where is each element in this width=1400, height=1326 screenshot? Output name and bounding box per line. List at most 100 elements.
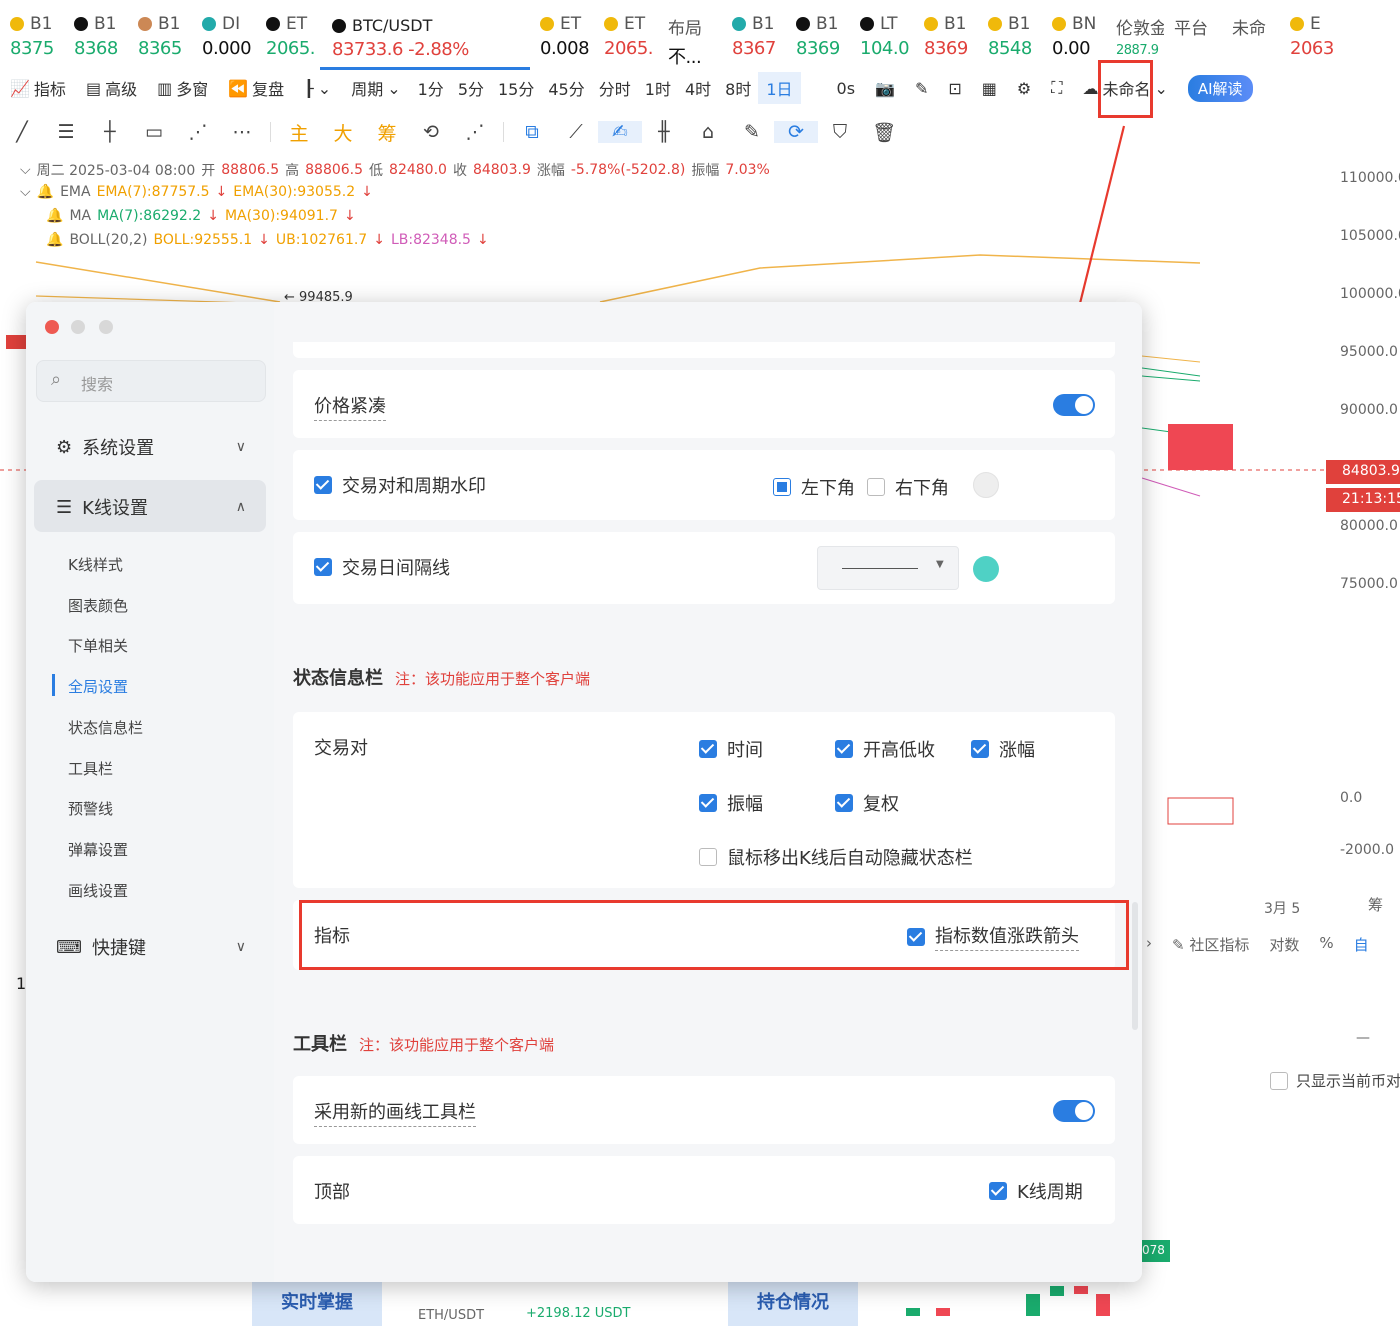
trash-icon[interactable]: 🗑 xyxy=(862,121,906,144)
amplitude-option[interactable]: 振幅 xyxy=(699,790,763,816)
content-scrollbar[interactable] xyxy=(1132,902,1138,1030)
settings-gear-button[interactable]: ⚙ xyxy=(1007,79,1041,98)
ticker-item[interactable]: LT 104.0 xyxy=(850,0,914,70)
sidebar-item[interactable]: 预警线 xyxy=(68,798,113,819)
multi-window-button[interactable]: ▥ 多窗 xyxy=(147,76,218,100)
bottom-right-option[interactable]: 右下角 xyxy=(867,474,949,500)
watermark-option[interactable]: 交易对和周期水印 xyxy=(314,472,486,498)
minimize-icon[interactable]: — xyxy=(1356,1030,1370,1046)
period-tab[interactable]: 1日 xyxy=(758,72,801,104)
bell-icon[interactable]: 🔔 xyxy=(37,184,54,200)
line-style-select[interactable]: ▼ xyxy=(817,546,959,590)
log-scale-button[interactable]: 对数 xyxy=(1269,934,1299,955)
kline-period-checkbox[interactable] xyxy=(989,1182,1007,1200)
more-tools-icon[interactable]: ⋯ xyxy=(220,121,264,143)
auto-hide-option[interactable]: 鼠标移出K线后自动隐藏状态栏 xyxy=(699,844,973,870)
ohlc-option[interactable]: 开高低收 xyxy=(835,736,935,762)
chart-type-dropdown[interactable]: ┠ ⌄ xyxy=(294,79,341,98)
advanced-button[interactable]: ▤ 高级 xyxy=(76,76,147,100)
pencil-icon[interactable]: ✎ xyxy=(905,79,938,98)
restore-option[interactable]: 复权 xyxy=(835,790,899,816)
only-current-checkbox[interactable] xyxy=(1270,1071,1288,1090)
ai-button[interactable]: AI解读 xyxy=(1178,74,1263,102)
sidebar-item[interactable]: 工具栏 xyxy=(68,758,113,779)
period-dropdown[interactable]: 周期 ⌄ xyxy=(341,76,410,100)
banner-realtime[interactable]: 实时掌握 xyxy=(252,1282,382,1326)
close-window-dot[interactable] xyxy=(45,320,59,334)
day-separator-checkbox[interactable] xyxy=(314,558,332,576)
amplitude-checkbox[interactable] xyxy=(699,794,717,812)
auto-hide-checkbox[interactable] xyxy=(699,848,717,866)
day-separator-option[interactable]: 交易日间隔线 xyxy=(314,554,450,580)
bottom-left-checkbox[interactable] xyxy=(773,478,791,496)
camera-icon[interactable]: 📷 xyxy=(865,79,905,98)
ticker-item[interactable]: B1 8375 xyxy=(0,0,64,70)
main-toggle[interactable]: 主 xyxy=(277,119,321,146)
ticker-item[interactable]: B1 8369 xyxy=(914,0,978,70)
ticker-item[interactable]: 未命 xyxy=(1222,0,1280,70)
sync-icon[interactable]: ⟲ xyxy=(409,121,453,143)
ruler-icon[interactable]: ⟋ xyxy=(554,121,598,143)
period-tab[interactable]: 1时 xyxy=(638,72,678,104)
ohlc-checkbox[interactable] xyxy=(835,740,853,758)
sidebar-item[interactable]: 画线设置 xyxy=(68,880,128,901)
ticker-item[interactable]: 布局 不... xyxy=(658,0,722,70)
period-tab[interactable]: 8时 xyxy=(718,72,758,104)
settings-search-input[interactable]: ⌕ 搜索 xyxy=(36,360,266,402)
time-option[interactable]: 时间 xyxy=(699,736,763,762)
big-toggle[interactable]: 大 xyxy=(321,119,365,146)
measure-icon[interactable]: ⋰ xyxy=(453,121,497,143)
lock-icon[interactable]: ⌂ xyxy=(686,121,730,143)
hline-tool-icon[interactable]: ┼ xyxy=(88,121,132,143)
replay-button[interactable]: ⏪ 复盘 xyxy=(218,76,294,100)
filter-icon[interactable]: ⛉ xyxy=(818,121,862,143)
sidebar-item[interactable]: 图表颜色 xyxy=(68,595,128,616)
line-tool-icon[interactable]: ╱ xyxy=(0,121,44,143)
period-tab[interactable]: 45分 xyxy=(541,72,591,104)
ticker-item[interactable]: BTC/USDT 83733.6 -2.88% xyxy=(320,0,530,70)
link-icon[interactable]: ⟳ xyxy=(774,121,818,143)
ticker-item[interactable]: B1 8548 xyxy=(978,0,1042,70)
indicator-button[interactable]: 📈 指标 xyxy=(0,76,76,100)
collapse-icon[interactable]: ⌵ xyxy=(20,184,31,200)
ticker-item[interactable]: DI 0.000 xyxy=(192,0,256,70)
ticker-item[interactable]: B1 8367 xyxy=(722,0,786,70)
note-icon[interactable]: ✎ xyxy=(730,121,774,143)
period-tab[interactable]: 4时 xyxy=(678,72,718,104)
bottom-left-option[interactable]: 左下角 xyxy=(773,474,855,500)
change-option[interactable]: 涨幅 xyxy=(971,736,1035,762)
kline-period-option[interactable]: K线周期 xyxy=(989,1178,1083,1204)
nav-shortcuts[interactable]: ⌨ 快捷键 ∨ xyxy=(56,934,246,960)
theme-icon[interactable]: ▦ xyxy=(972,79,1007,98)
rect-tool-icon[interactable]: ▭ xyxy=(132,121,176,143)
time-checkbox[interactable] xyxy=(699,740,717,758)
watermark-checkbox[interactable] xyxy=(314,476,332,494)
bell-icon[interactable]: 🔔 xyxy=(46,208,63,224)
period-tab[interactable]: 分时 xyxy=(592,72,638,104)
hlines-tool-icon[interactable]: ☰ xyxy=(44,121,88,143)
community-indicator-button[interactable]: ✎ 社区指标 xyxy=(1172,934,1249,955)
period-tab[interactable]: 5分 xyxy=(451,72,491,104)
percent-scale-button[interactable]: % xyxy=(1319,934,1333,955)
sidebar-item[interactable]: 状态信息栏 xyxy=(68,717,143,738)
banner-positions[interactable]: 持仓情况 xyxy=(728,1282,858,1326)
nav-kline-settings[interactable]: ☰ K线设置 ∧ xyxy=(56,494,246,520)
ticker-item[interactable]: B1 8368 xyxy=(64,0,128,70)
minimize-window-dot[interactable] xyxy=(71,320,85,334)
bottom-right-checkbox[interactable] xyxy=(867,478,885,496)
sidebar-item[interactable]: 弹幕设置 xyxy=(68,839,128,860)
candle-compare-icon[interactable]: ╫ xyxy=(642,121,686,143)
only-current-filter[interactable]: 只显示当前币对 xyxy=(1270,1070,1400,1091)
maximize-window-dot[interactable] xyxy=(99,320,113,334)
sidebar-item[interactable]: 全局设置 xyxy=(68,676,128,697)
resize-icon[interactable]: ⊡ xyxy=(938,79,971,98)
chip-toggle[interactable]: 筹 xyxy=(365,119,409,146)
fib-tool-icon[interactable]: ⋰ xyxy=(176,121,220,143)
ticker-item[interactable]: B1 8365 xyxy=(128,0,192,70)
sidebar-item[interactable]: K线样式 xyxy=(68,554,123,575)
watermark-color-swatch[interactable] xyxy=(973,472,999,498)
magnet-icon[interactable]: ✍ xyxy=(598,121,642,143)
price-compact-toggle[interactable] xyxy=(1053,394,1095,416)
sidebar-item[interactable]: 下单相关 xyxy=(68,635,128,656)
day-separator-color-swatch[interactable] xyxy=(973,556,999,582)
